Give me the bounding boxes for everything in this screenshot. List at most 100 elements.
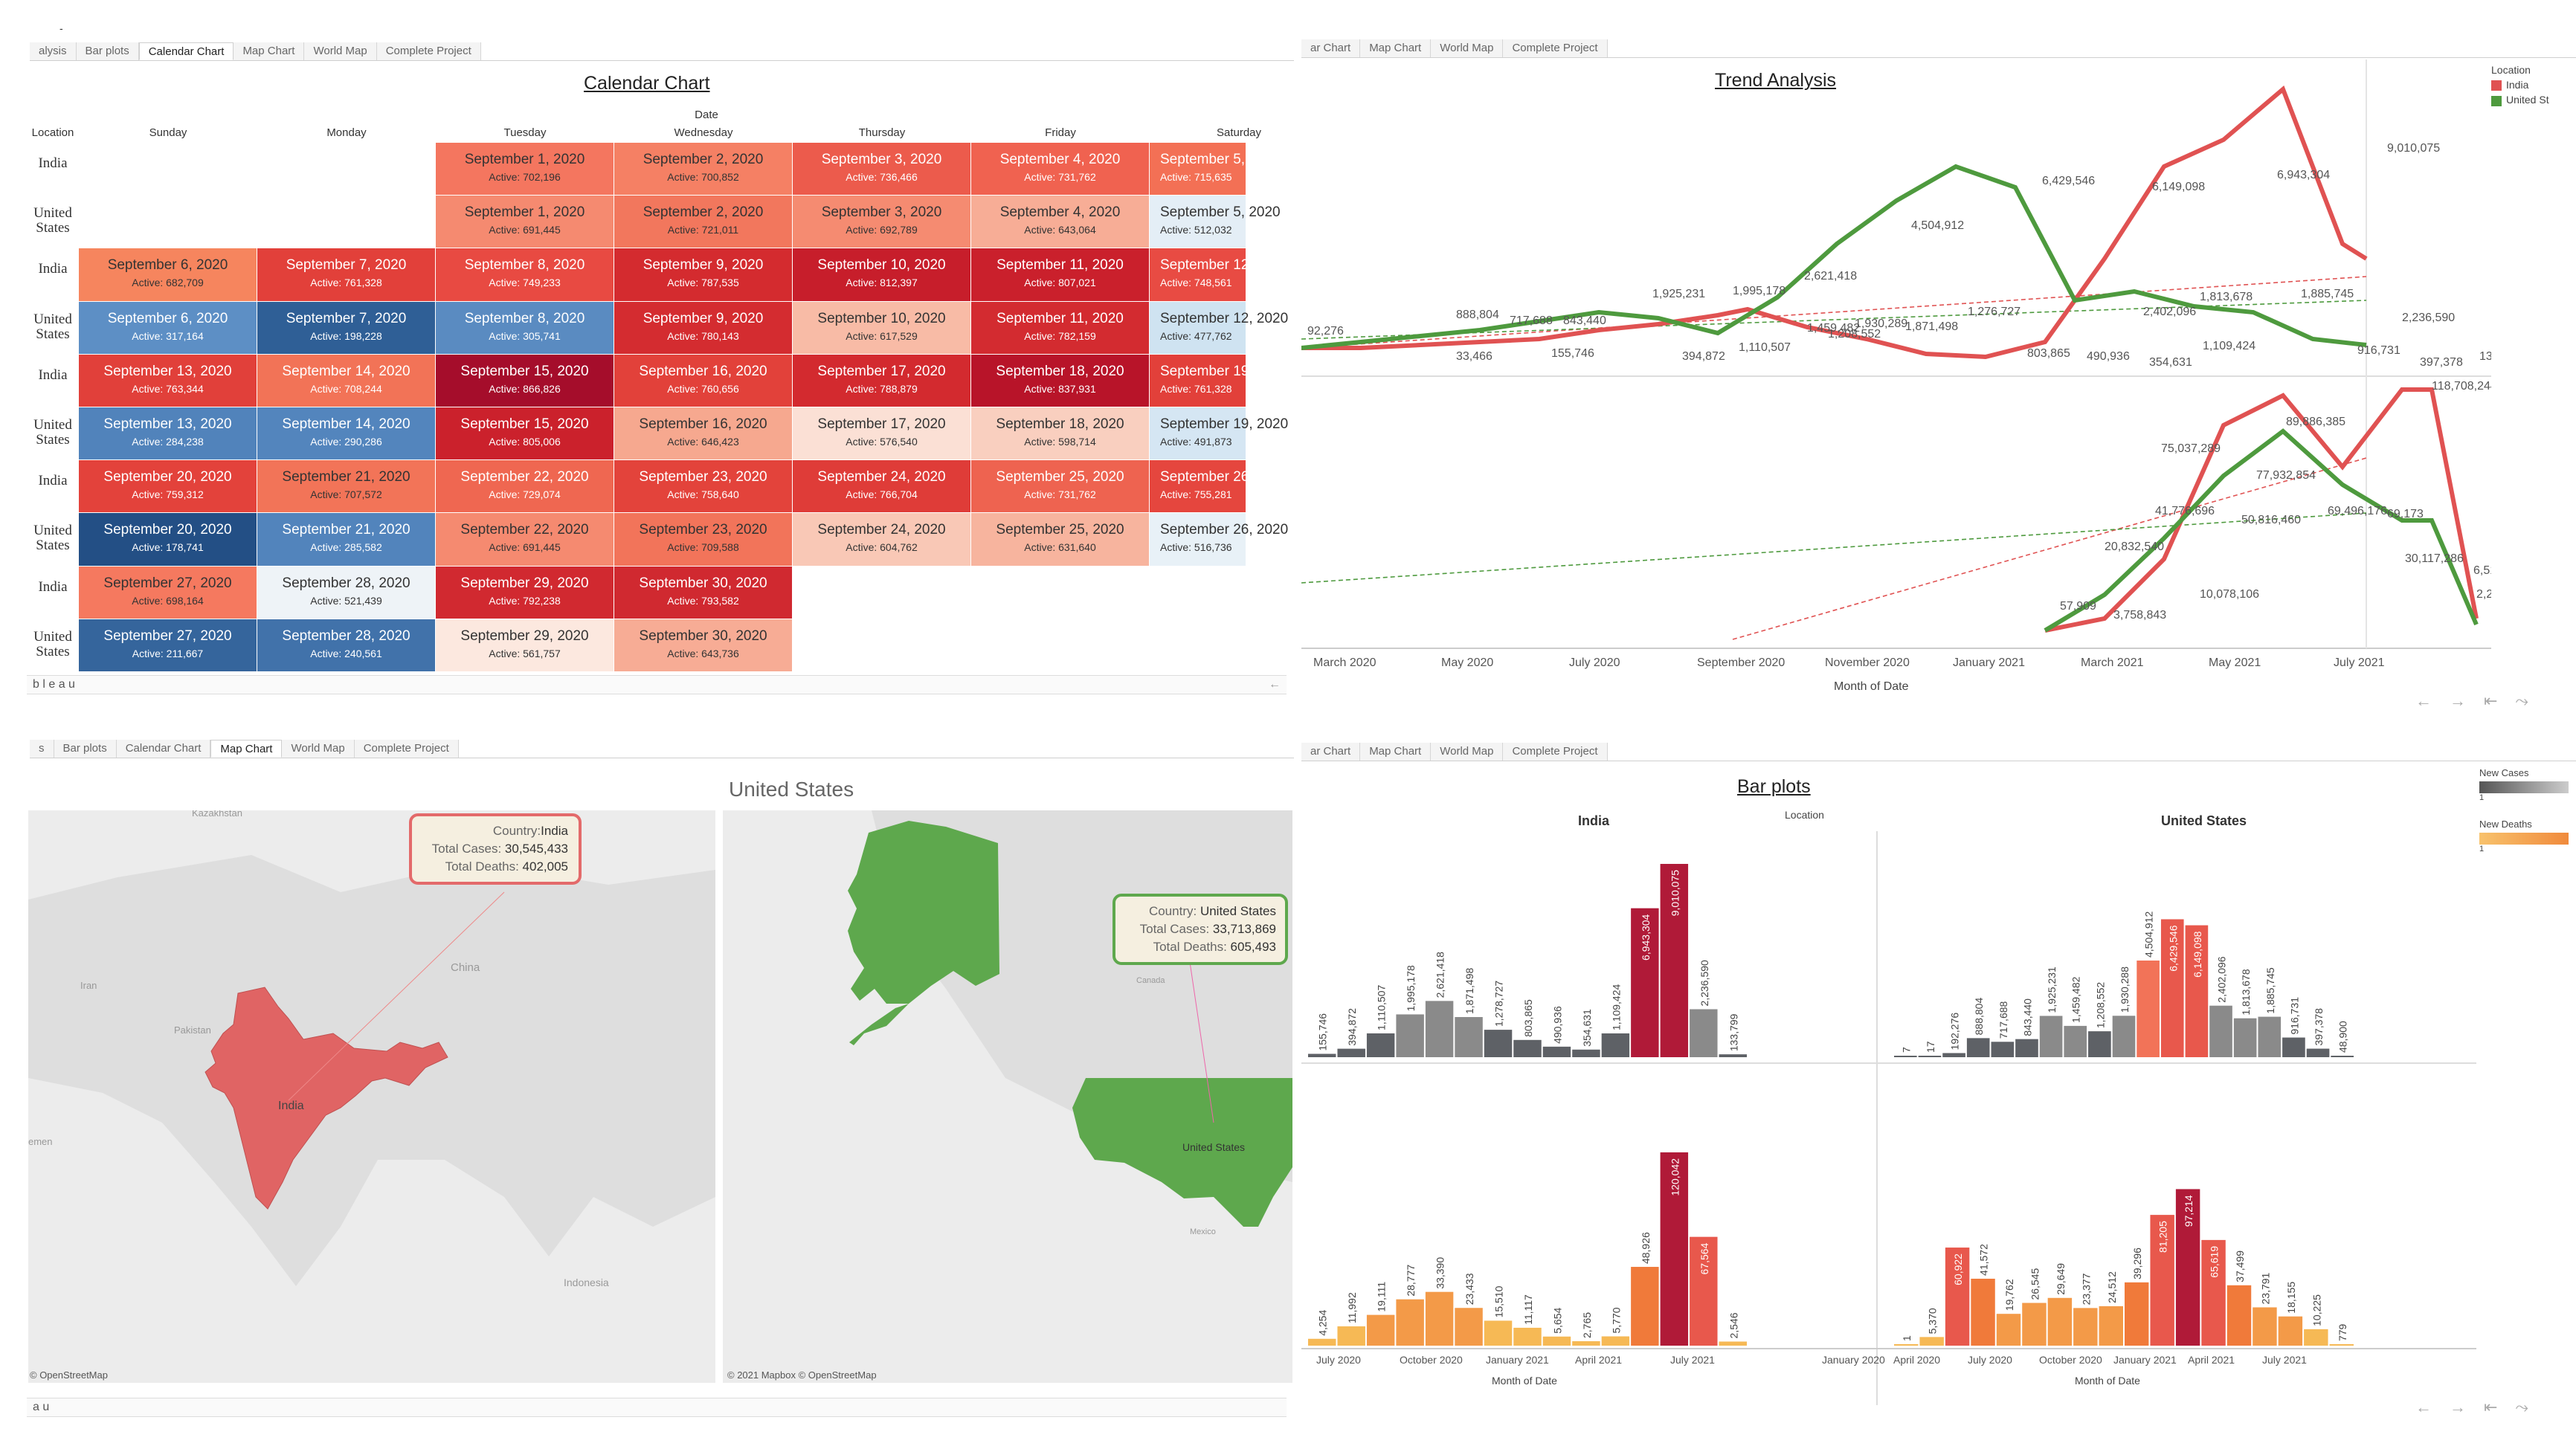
us-deaths-bar[interactable]	[2278, 1316, 2303, 1346]
calendar-cell[interactable]: September 2, 2020 Active: 721,011	[614, 196, 793, 249]
calendar-cell[interactable]: September 26, 2020 Active: 516,736	[1150, 513, 1288, 567]
us-cases-bar[interactable]	[1966, 1038, 1990, 1057]
tab-map-chart[interactable]: Map Chart	[210, 740, 283, 758]
share-icon[interactable]: ⤳	[2515, 1398, 2546, 1416]
scroll-left-icon[interactable]: ←	[1269, 678, 1281, 691]
us-cases-bar[interactable]	[2064, 1025, 2087, 1057]
calendar-cell[interactable]: September 9, 2020 Active: 787,535	[614, 248, 793, 302]
calendar-cell[interactable]: September 17, 2020 Active: 576,540	[793, 407, 971, 461]
calendar-cell[interactable]: September 29, 2020 Active: 792,238	[436, 566, 614, 619]
calendar-cell[interactable]: September 28, 2020 Active: 521,439	[257, 566, 436, 619]
tab-map-chart[interactable]: Map Chart	[234, 42, 305, 60]
us-deaths-bar[interactable]	[2226, 1285, 2252, 1346]
tab-complete-project[interactable]: Complete Project	[1503, 39, 1608, 57]
india-cases-bar[interactable]	[1308, 1053, 1336, 1057]
calendar-cell[interactable]: September 29, 2020 Active: 561,757	[436, 619, 614, 672]
us-cases-bar[interactable]	[2088, 1031, 2111, 1057]
calendar-cell[interactable]: September 22, 2020 Active: 691,445	[436, 513, 614, 567]
us-cases-bar[interactable]	[2112, 1016, 2136, 1057]
india-deaths-bar[interactable]	[1337, 1326, 1365, 1346]
india-cases-bar[interactable]	[1542, 1046, 1571, 1057]
india-deaths-bar[interactable]	[1542, 1336, 1571, 1346]
india-deaths-bar[interactable]	[1631, 1267, 1659, 1346]
calendar-cell[interactable]: September 8, 2020 Active: 749,233	[436, 248, 614, 302]
calendar-cell[interactable]: September 20, 2020 Active: 178,741	[79, 513, 257, 567]
us-cases-bar[interactable]	[2331, 1056, 2354, 1057]
us-cases-bar[interactable]	[2039, 1016, 2063, 1057]
legend-item-india[interactable]: India	[2491, 79, 2549, 91]
india-deaths-bar[interactable]	[1425, 1291, 1454, 1346]
forward-icon[interactable]: →	[2450, 1398, 2484, 1416]
india-cases-bar[interactable]	[1366, 1033, 1395, 1057]
india-cases-bar[interactable]	[1513, 1039, 1542, 1057]
us-deaths-bar[interactable]	[1996, 1314, 2021, 1346]
first-icon[interactable]: ⇤	[2484, 1398, 2515, 1416]
india-cases-bar[interactable]	[1719, 1054, 1747, 1057]
calendar-cell[interactable]: September 10, 2020 Active: 617,529	[793, 301, 971, 355]
us-cases-bar[interactable]	[1918, 1056, 1942, 1057]
us-cases-bar[interactable]	[2209, 1005, 2232, 1057]
tab-map-chart[interactable]: Map Chart	[1360, 743, 1432, 761]
calendar-cell[interactable]: September 21, 2020 Active: 707,572	[257, 460, 436, 514]
tab-bar-plots[interactable]: Bar plots	[54, 740, 117, 758]
calendar-cell[interactable]: September 23, 2020 Active: 709,588	[614, 513, 793, 567]
calendar-cell[interactable]: September 5, 2020 Active: 715,635	[1150, 143, 1281, 196]
calendar-cell[interactable]: September 17, 2020 Active: 788,879	[793, 354, 971, 407]
calendar-cell[interactable]: September 24, 2020 Active: 766,704	[793, 460, 971, 514]
us-cases-bar[interactable]	[2233, 1018, 2257, 1057]
tab-calendar-chart[interactable]: Calendar Chart	[116, 740, 211, 758]
tab-alysis[interactable]: alysis	[30, 42, 77, 60]
us-cases-bar[interactable]	[1894, 1056, 1917, 1057]
us-deaths-bar[interactable]	[2099, 1306, 2123, 1346]
tab-world-map[interactable]: World Map	[304, 42, 377, 60]
us-deaths-bar[interactable]	[2047, 1297, 2073, 1346]
calendar-cell[interactable]: September 13, 2020 Active: 763,344	[79, 354, 257, 407]
india-deaths-bar[interactable]	[1396, 1299, 1424, 1346]
calendar-cell[interactable]: September 30, 2020 Active: 793,582	[614, 566, 793, 619]
india-cases-bar[interactable]	[1601, 1033, 1630, 1057]
us-deaths-bar[interactable]	[2125, 1282, 2149, 1346]
us-deaths-bar[interactable]	[1919, 1337, 1944, 1346]
calendar-cell[interactable]: September 26, 2020 Active: 755,281	[1150, 460, 1288, 514]
calendar-cell[interactable]: September 11, 2020 Active: 807,021	[971, 248, 1150, 302]
tab-bar-plots[interactable]: Bar plots	[76, 42, 139, 60]
calendar-cell[interactable]: September 13, 2020 Active: 284,238	[79, 407, 257, 461]
us-deaths-bar[interactable]	[1971, 1278, 1995, 1346]
calendar-cell[interactable]: September 1, 2020 Active: 702,196	[436, 143, 614, 196]
calendar-cell[interactable]: September 19, 2020 Active: 761,328	[1150, 354, 1288, 407]
india-deaths-bar[interactable]	[1601, 1336, 1630, 1346]
tab-world-map[interactable]: World Map	[1431, 743, 1504, 761]
us-cases-bar[interactable]	[2137, 961, 2160, 1057]
tab-ar-chart[interactable]: ar Chart	[1301, 39, 1361, 57]
us-deaths-bar[interactable]	[2304, 1329, 2328, 1346]
calendar-cell[interactable]: September 5, 2020 Active: 512,032	[1150, 196, 1281, 249]
calendar-cell[interactable]: September 24, 2020 Active: 604,762	[793, 513, 971, 567]
india-deaths-bar[interactable]	[1366, 1314, 1395, 1346]
us-cases-bar[interactable]	[2015, 1039, 2038, 1057]
india-cases-bar[interactable]	[1337, 1048, 1365, 1057]
india-cases-bar[interactable]	[1425, 1001, 1454, 1057]
calendar-cell[interactable]: September 6, 2020 Active: 317,164	[79, 301, 257, 355]
us-deaths-bar[interactable]	[2022, 1303, 2047, 1346]
calendar-cell[interactable]: September 16, 2020 Active: 646,423	[614, 407, 793, 461]
us-deaths-bar[interactable]	[1894, 1344, 1919, 1346]
india-cases-bar[interactable]	[1396, 1014, 1424, 1057]
tab-calendar-chart[interactable]: Calendar Chart	[138, 42, 234, 60]
first-icon[interactable]: ⇤	[2484, 691, 2515, 710]
us-deaths-bar[interactable]	[2329, 1344, 2354, 1346]
us-cases-bar[interactable]	[2258, 1016, 2282, 1057]
calendar-cell[interactable]: September 9, 2020 Active: 780,143	[614, 301, 793, 355]
calendar-cell[interactable]: September 16, 2020 Active: 760,656	[614, 354, 793, 407]
tab-complete-project[interactable]: Complete Project	[376, 42, 481, 60]
tab-complete-project[interactable]: Complete Project	[354, 740, 459, 758]
calendar-cell[interactable]: September 15, 2020 Active: 805,006	[436, 407, 614, 461]
tab-ar-chart[interactable]: ar Chart	[1301, 743, 1361, 761]
calendar-cell[interactable]: September 27, 2020 Active: 211,667	[79, 619, 257, 672]
tab-s[interactable]: s	[30, 740, 54, 758]
calendar-cell[interactable]: September 19, 2020 Active: 491,873	[1150, 407, 1288, 461]
india-cases-bar[interactable]	[1455, 1016, 1483, 1057]
calendar-cell[interactable]: September 6, 2020 Active: 682,709	[79, 248, 257, 302]
calendar-cell[interactable]: September 11, 2020 Active: 782,159	[971, 301, 1150, 355]
calendar-cell[interactable]: September 15, 2020 Active: 866,826	[436, 354, 614, 407]
calendar-cell[interactable]: September 4, 2020 Active: 731,762	[971, 143, 1150, 196]
